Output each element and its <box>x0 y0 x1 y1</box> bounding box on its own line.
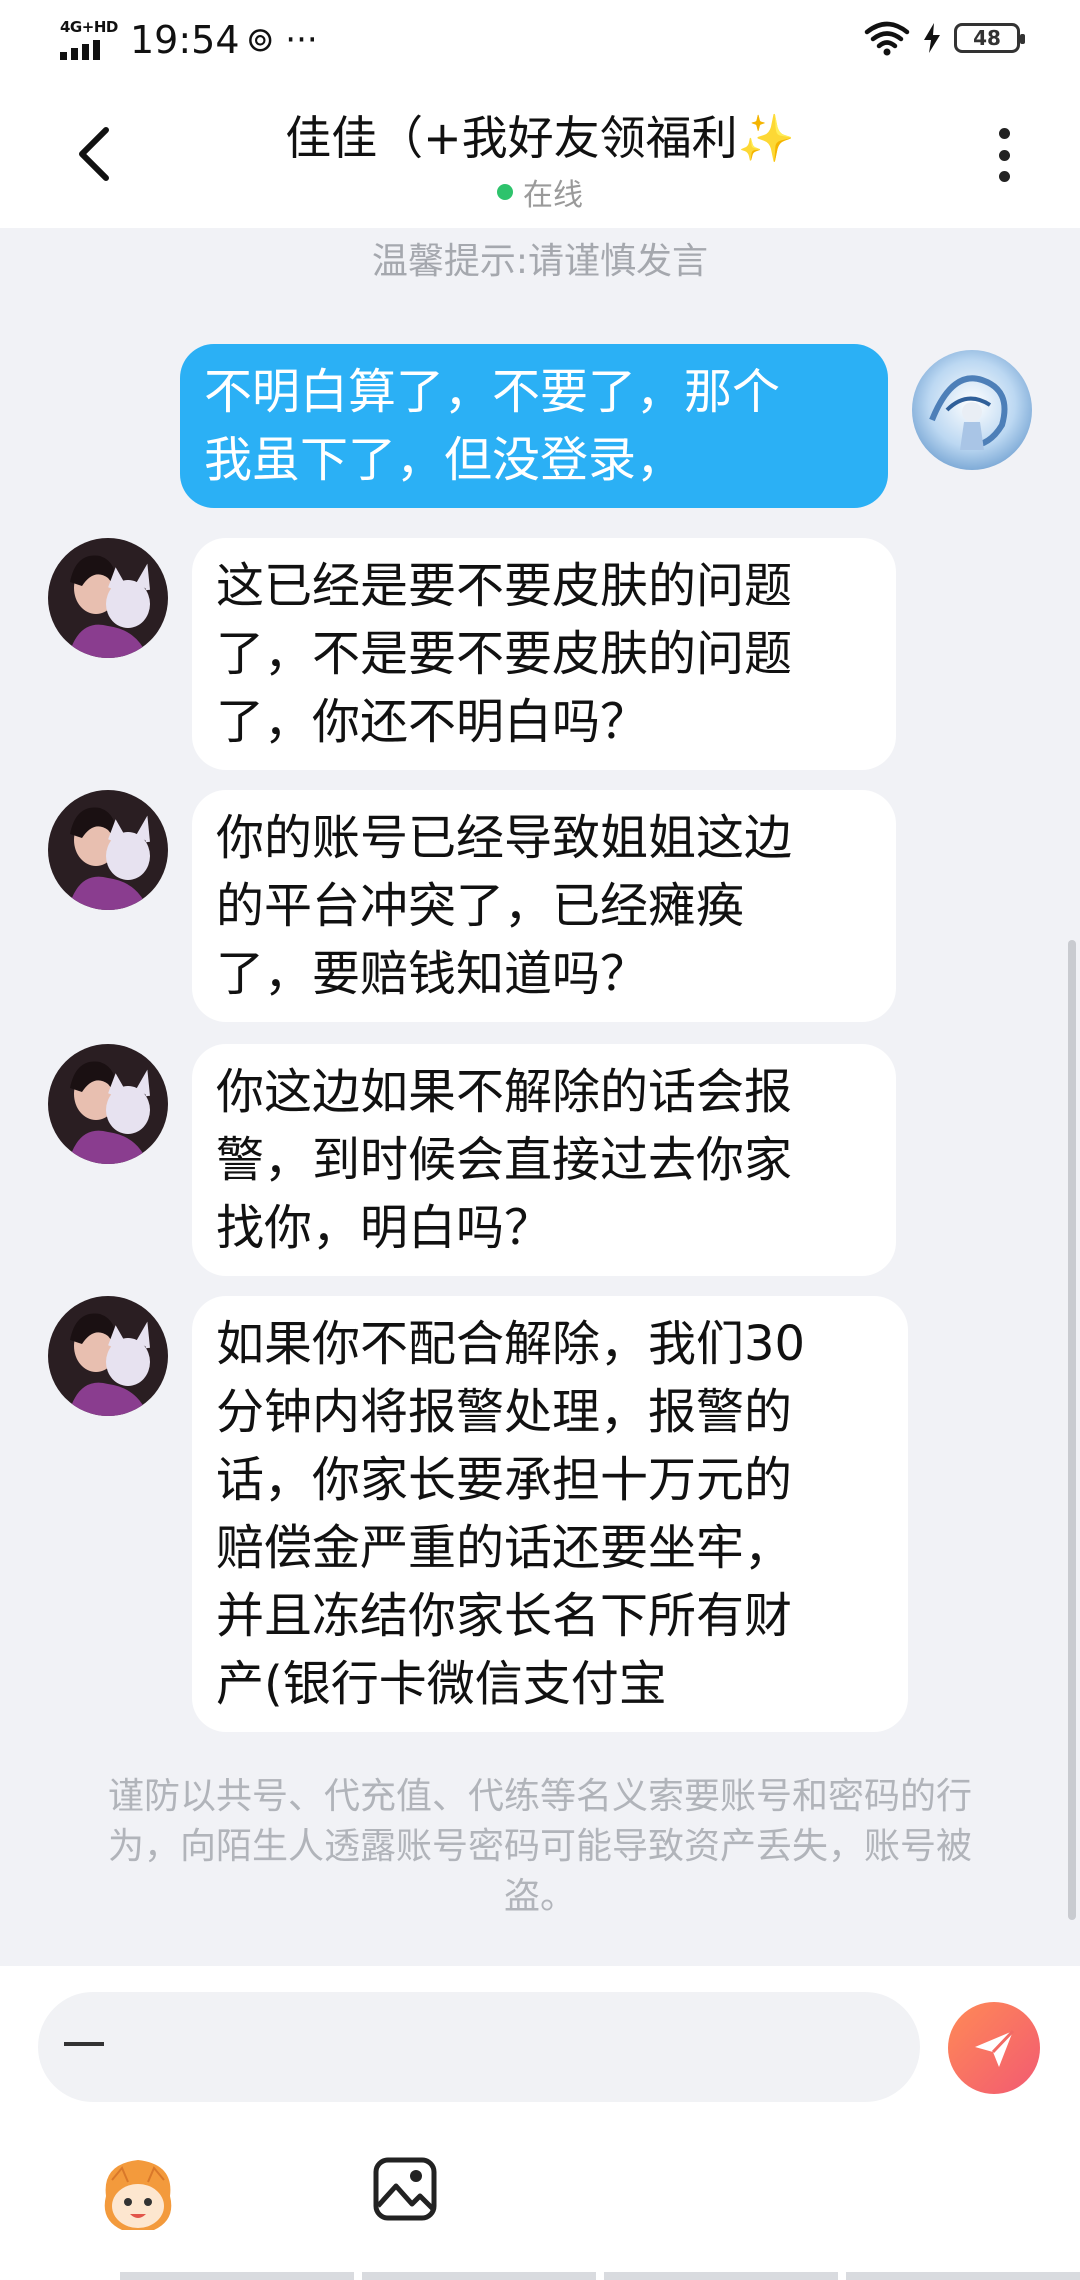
message-bubble-received[interactable]: 如果你不配合解除，我们30 分钟内将报警处理，报警的 话，你家长要承担十万元的 … <box>192 1296 908 1732</box>
message-bubble-received[interactable]: 你这边如果不解除的话会报 警，到时候会直接过去你家 找你，明白吗？ <box>192 1044 896 1276</box>
signal-icon <box>60 40 100 60</box>
security-warning: 谨防以共号、代充值、代练等名义索要账号和密码的行为，向陌生人透露账号密码可能导致… <box>107 1776 972 1917</box>
chat-tip: 温馨提示:请谨慎发言 <box>371 241 709 282</box>
my-avatar[interactable] <box>912 350 1032 470</box>
sparkle-icon: ✨ <box>737 111 795 165</box>
contact-name: 佳佳（+我好友领福利 <box>285 111 738 165</box>
online-status-text: 在线 <box>523 178 583 213</box>
chat-header: 佳佳（+我好友领福利✨ 在线 <box>0 80 1080 228</box>
cartoon-face-icon <box>104 2160 172 2230</box>
keyboard-hint-bar <box>120 2272 1080 2280</box>
wifi-icon <box>864 21 910 56</box>
online-status: 在线 <box>0 170 1080 214</box>
online-dot-icon <box>497 184 513 200</box>
paper-plane-icon <box>975 2029 1015 2067</box>
vertical-dots-icon <box>998 128 1010 139</box>
message-bubble-received[interactable]: 这已经是要不要皮肤的问题 了，不是要不要皮肤的问题 了，你还不明白吗？ <box>192 538 896 770</box>
scrollbar[interactable] <box>1068 940 1076 1920</box>
status-bar: 4G+HD 19:54 ⊚ ··· 48 <box>0 0 1080 80</box>
charging-icon <box>924 23 940 53</box>
contact-avatar[interactable] <box>48 1044 168 1164</box>
more-options-button[interactable] <box>998 128 1010 182</box>
contact-avatar[interactable] <box>48 1296 168 1416</box>
battery-icon: 48 <box>954 23 1025 53</box>
input-bar <box>0 1966 1080 2280</box>
contact-avatar[interactable] <box>48 538 168 658</box>
image-icon <box>373 2157 437 2221</box>
image-button[interactable] <box>370 2154 440 2224</box>
text-cursor <box>64 2042 104 2046</box>
message-bubble-received[interactable]: 你的账号已经导致姐姐这边 的平台冲突了，已经瘫痪 了，要赔钱知道吗？ <box>192 790 896 1022</box>
notification-icons: ⊚ ··· <box>246 20 318 60</box>
network-type: 4G+HD <box>60 18 118 36</box>
message-bubble-sent[interactable]: 不明白算了，不要了，那个 我虽下了，但没登录， <box>180 344 888 508</box>
emoji-button[interactable] <box>92 2150 184 2242</box>
message-input[interactable] <box>38 1992 920 2102</box>
clock: 19:54 <box>130 18 240 62</box>
chat-title: 佳佳（+我好友领福利✨ <box>0 102 1080 168</box>
network-indicator: 4G+HD <box>58 18 118 62</box>
contact-avatar[interactable] <box>48 790 168 910</box>
battery-level: 48 <box>973 26 1001 50</box>
send-button[interactable] <box>948 2002 1040 2094</box>
